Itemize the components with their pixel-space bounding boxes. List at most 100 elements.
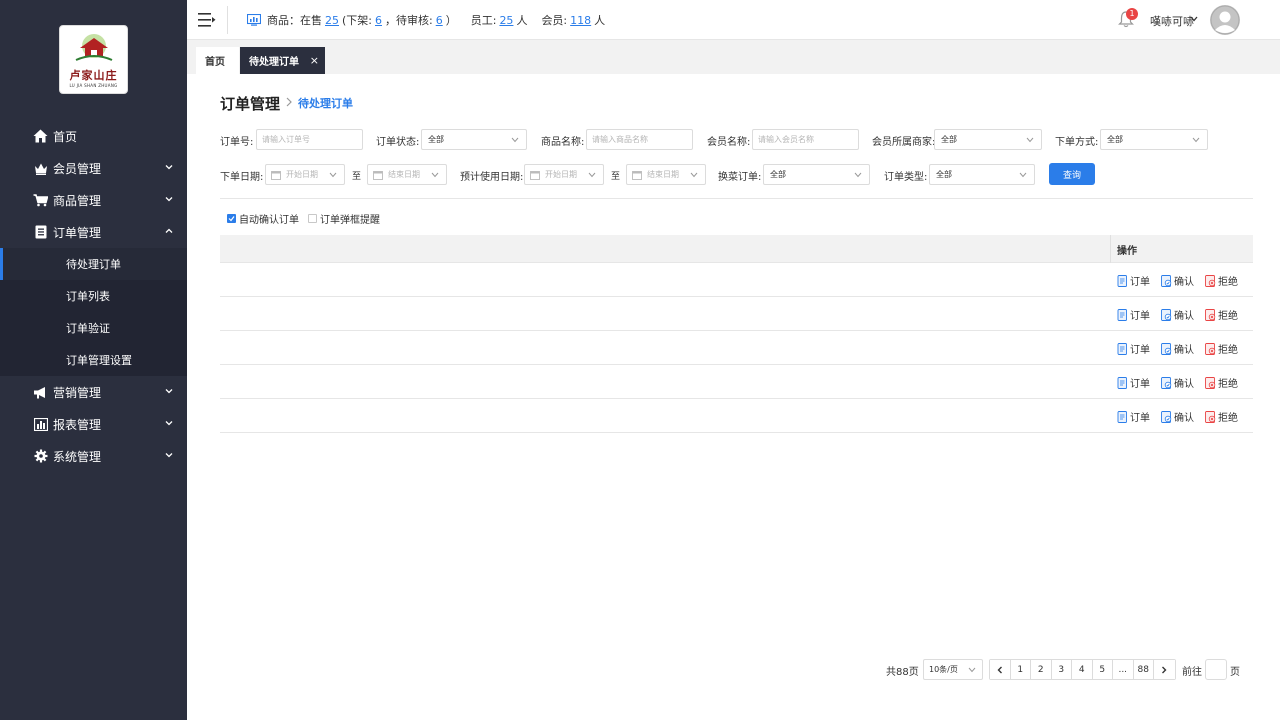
view-order-button[interactable]: 订单 xyxy=(1117,307,1150,322)
page-size-select[interactable]: 10条/页 xyxy=(923,659,983,680)
sidebar-item-order-list[interactable]: 订单列表 xyxy=(0,280,187,312)
confirm-order-button[interactable]: 确认 xyxy=(1161,341,1194,356)
sidebar-item-label: 营销管理 xyxy=(53,385,102,400)
divider xyxy=(220,198,1253,199)
reject-order-button[interactable]: 拒绝 xyxy=(1205,307,1238,322)
breadcrumb-current[interactable]: 待处理订单 xyxy=(298,95,353,111)
pending-label: ，待审核: xyxy=(385,14,433,27)
use-date-end[interactable]: 结束日期 xyxy=(626,164,706,185)
top-bar: 商品：在售 25 (下架: 6 ，待审核: 6 ） 员工: 25 人 会员: 1… xyxy=(187,0,1280,40)
menu-toggle-icon[interactable] xyxy=(198,13,216,27)
select-value: 全部 xyxy=(770,170,786,179)
query-button[interactable]: 查询 xyxy=(1049,163,1095,185)
sidebar-item-orders[interactable]: 订单管理 xyxy=(0,216,187,248)
user-avatar-icon xyxy=(1210,5,1240,35)
off-shelf-count[interactable]: 6 xyxy=(375,14,382,27)
reject-order-button[interactable]: 拒绝 xyxy=(1205,273,1238,288)
sidebar-item-marketing[interactable]: 营销管理 xyxy=(0,376,187,408)
action-label: 订单 xyxy=(1130,311,1150,322)
order-no-input[interactable] xyxy=(256,129,363,150)
members-count[interactable]: 118 xyxy=(570,14,591,27)
staff-count[interactable]: 25 xyxy=(499,14,513,27)
confirm-icon xyxy=(1161,274,1172,287)
close-icon[interactable]: × xyxy=(310,54,319,67)
members-unit: 人 xyxy=(594,14,606,27)
action-label: 确认 xyxy=(1174,413,1194,424)
page-button[interactable]: 5 xyxy=(1092,660,1113,679)
logo[interactable]: 卢家山庄 LU JIA SHAN ZHUANG xyxy=(59,25,128,94)
sidebar-item-label: 会员管理 xyxy=(53,161,102,176)
notification-badge: 1 xyxy=(1126,8,1138,20)
view-order-button[interactable]: 订单 xyxy=(1117,409,1150,424)
use-date-start[interactable]: 开始日期 xyxy=(524,164,604,185)
exchange-select[interactable]: 全部 xyxy=(763,164,870,185)
checkbox-label: 订单弹框提醒 xyxy=(320,215,380,226)
pending-count[interactable]: 6 xyxy=(436,14,443,27)
confirm-order-button[interactable]: 确认 xyxy=(1161,307,1194,322)
sidebar-item-order-settings[interactable]: 订单管理设置 xyxy=(0,344,187,376)
goods-name-input[interactable] xyxy=(586,129,693,150)
sidebar-item-home[interactable]: 首页 xyxy=(0,120,187,152)
staff-label: 员工: xyxy=(470,14,497,27)
sidebar-item-goods[interactable]: 商品管理 xyxy=(0,184,187,216)
popup-reminder-checkbox[interactable]: 订单弹框提醒 xyxy=(308,211,380,226)
sidebar-item-reports[interactable]: 报表管理 xyxy=(0,408,187,440)
reject-order-button[interactable]: 拒绝 xyxy=(1205,409,1238,424)
order-status-label: 订单状态: xyxy=(376,137,420,148)
goto-page-input[interactable] xyxy=(1205,659,1227,680)
page-button[interactable]: 2 xyxy=(1031,660,1052,679)
merchant-select[interactable]: 全部 xyxy=(934,129,1042,150)
sidebar: 卢家山庄 LU JIA SHAN ZHUANG 首页 会员管理 商品管理 订单管… xyxy=(0,0,187,720)
on-sale-count[interactable]: 25 xyxy=(325,14,339,27)
order-date-start[interactable]: 开始日期 xyxy=(265,164,345,185)
chevron-down-icon[interactable] xyxy=(1190,16,1198,22)
confirm-order-button[interactable]: 确认 xyxy=(1161,409,1194,424)
page-button[interactable]: 3 xyxy=(1051,660,1072,679)
avatar[interactable] xyxy=(1210,5,1240,35)
table-header: 操作 xyxy=(220,235,1253,263)
staff-unit: 人 xyxy=(516,14,528,27)
chevron-down-icon xyxy=(854,172,862,178)
divider xyxy=(227,6,228,34)
tab-home[interactable]: 首页 xyxy=(196,47,239,74)
user-name[interactable]: 嘆哧可哧 xyxy=(1150,13,1194,29)
sidebar-item-system[interactable]: 系统管理 xyxy=(0,440,187,472)
auto-confirm-checkbox[interactable]: 自动确认订单 xyxy=(227,211,299,226)
reject-order-button[interactable]: 拒绝 xyxy=(1205,375,1238,390)
page-button[interactable]: 4 xyxy=(1072,660,1093,679)
prev-page-button[interactable] xyxy=(990,660,1011,679)
sidebar-item-order-verify[interactable]: 订单验证 xyxy=(0,312,187,344)
next-page-button[interactable] xyxy=(1154,660,1175,679)
confirm-order-button[interactable]: 确认 xyxy=(1161,375,1194,390)
table-row: 订单 确认 拒绝 xyxy=(220,331,1253,365)
reject-order-button[interactable]: 拒绝 xyxy=(1205,341,1238,356)
home-icon xyxy=(33,129,48,144)
view-order-button[interactable]: 订单 xyxy=(1117,273,1150,288)
reject-icon xyxy=(1205,342,1216,355)
page-button[interactable]: 88 xyxy=(1133,660,1154,679)
page-ellipsis[interactable]: ... xyxy=(1113,660,1134,679)
view-order-button[interactable]: 订单 xyxy=(1117,341,1150,356)
confirm-order-button[interactable]: 确认 xyxy=(1161,273,1194,288)
view-order-button[interactable]: 订单 xyxy=(1117,375,1150,390)
order-status-select[interactable]: 全部 xyxy=(421,129,527,150)
page-button[interactable]: 1 xyxy=(1010,660,1031,679)
logo-emblem-icon xyxy=(75,33,112,61)
use-date-label: 预计使用日期: xyxy=(460,172,524,183)
order-date-end[interactable]: 结束日期 xyxy=(367,164,447,185)
document-icon xyxy=(1117,274,1127,287)
exchange-label: 换菜订单: xyxy=(718,172,762,183)
row-actions: 订单 确认 拒绝 xyxy=(1117,273,1249,288)
sidebar-item-pending-orders[interactable]: 待处理订单 xyxy=(0,248,187,280)
tab-pending-orders[interactable]: 待处理订单 × xyxy=(240,47,325,74)
sidebar-item-members[interactable]: 会员管理 xyxy=(0,152,187,184)
date-placeholder: 结束日期 xyxy=(647,170,679,179)
checkbox-checked-icon xyxy=(227,214,236,223)
document-icon xyxy=(1117,376,1127,389)
reject-icon xyxy=(1205,376,1216,389)
order-method-select[interactable]: 全部 xyxy=(1100,129,1208,150)
order-type-select[interactable]: 全部 xyxy=(929,164,1035,185)
sidebar-menu: 首页 会员管理 商品管理 订单管理 待处理订单 订单列表 订单验证 订单管理设置… xyxy=(0,120,187,472)
member-name-input[interactable] xyxy=(752,129,859,150)
date-placeholder: 开始日期 xyxy=(545,170,577,179)
